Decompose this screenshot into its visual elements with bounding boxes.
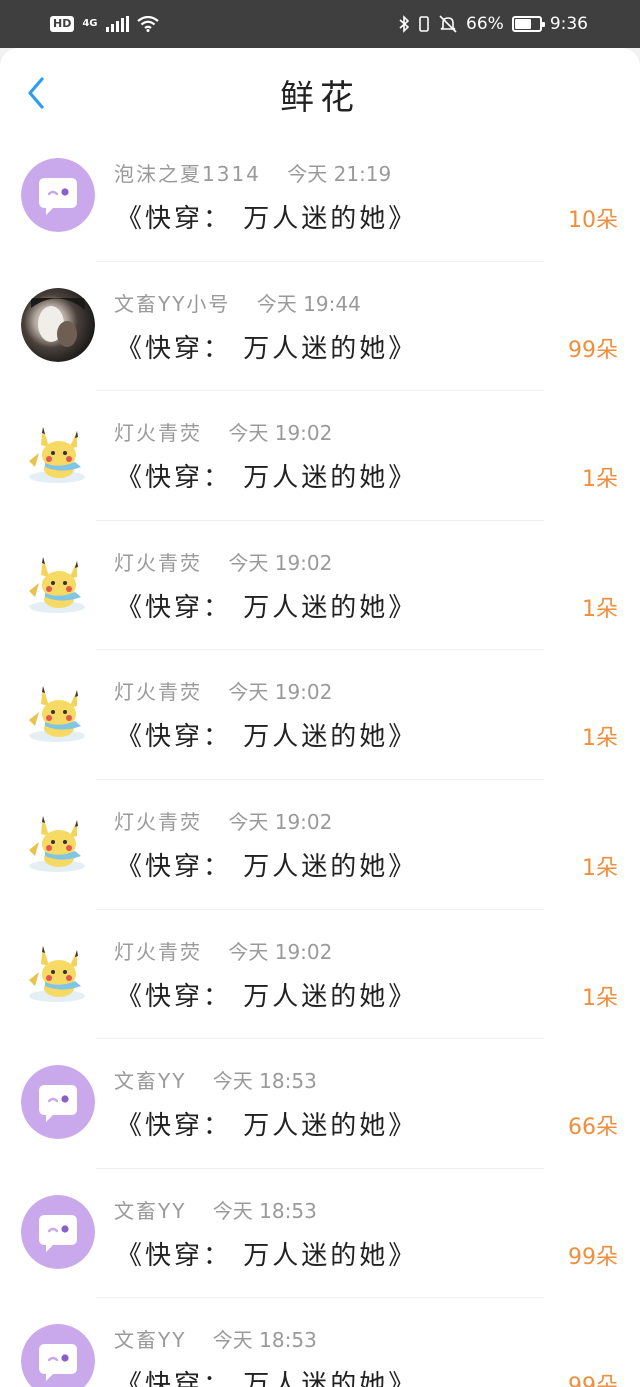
photo-avatar[interactable] <box>21 287 95 362</box>
timestamp: 今天 18:53 <box>212 1198 317 1223</box>
timestamp: 今天 18:53 <box>212 1328 317 1353</box>
chat-bubble-avatar[interactable] <box>21 1324 95 1387</box>
mute-bell-icon <box>439 15 457 33</box>
battery-icon <box>511 16 545 32</box>
work-title: 《快穿： 万人迷的她》 <box>116 722 418 753</box>
list-item[interactable]: 文畜YY 今天 18:53 《快穿： 万人迷的她》 66朵 <box>0 1039 640 1169</box>
user-name[interactable]: 灯火青荧 <box>114 551 202 575</box>
work-title: 《快穿： 万人迷的她》 <box>116 204 418 234</box>
flower-count: 1朵 <box>582 467 618 493</box>
timestamp: 今天 19:02 <box>228 939 333 964</box>
page-title: 鲜花 <box>280 78 360 118</box>
timestamp: 今天 19:02 <box>228 550 333 575</box>
list-item[interactable]: 文畜YY小号 今天 19:44 《快穿： 万人迷的她》 99朵 <box>0 262 640 392</box>
row-meta: 灯火青荧 今天 19:02 <box>114 676 332 705</box>
pikachu-avatar[interactable] <box>21 546 95 621</box>
flower-count: 1朵 <box>582 985 618 1011</box>
list-item[interactable]: 灯火青荧 今天 19:02 《快穿： 万人迷的她》 1朵 <box>0 910 640 1040</box>
work-title: 《快穿： 万人迷的她》 <box>116 1111 418 1142</box>
wifi-icon <box>136 16 159 32</box>
pikachu-avatar[interactable] <box>21 676 95 751</box>
chat-bubble-avatar[interactable] <box>21 1194 95 1269</box>
row-meta: 灯火青荧 今天 19:02 <box>114 806 332 835</box>
user-name[interactable]: 灯火青荧 <box>114 421 202 445</box>
user-name[interactable]: 文畜YY <box>114 1328 186 1352</box>
row-meta: 灯火青荧 今天 19:02 <box>114 936 332 965</box>
pikachu-avatar[interactable] <box>21 805 95 880</box>
status-left: HD 4G <box>50 16 159 32</box>
clock: 9:36 <box>549 14 588 34</box>
flower-count: 1朵 <box>582 726 618 752</box>
user-name[interactable]: 灯火青荧 <box>114 940 202 964</box>
network-type: 4G <box>82 18 98 29</box>
row-meta: 文畜YY 今天 18:53 <box>114 1324 317 1353</box>
row-meta: 灯火青荧 今天 19:02 <box>114 547 332 576</box>
signal-icon <box>105 16 129 32</box>
user-name[interactable]: 文畜YY小号 <box>114 292 230 316</box>
row-meta: 文畜YY小号 今天 19:44 <box>114 288 361 317</box>
row-meta: 文畜YY 今天 18:53 <box>114 1195 317 1224</box>
nav-header: 鲜花 <box>0 48 640 132</box>
status-bar: HD 4G 66% 9:36 <box>0 0 640 48</box>
list-item[interactable]: 文畜YY 今天 18:53 《快穿： 万人迷的她》 99朵 <box>0 1169 640 1299</box>
battery-percent: 66% <box>466 14 504 34</box>
row-meta: 灯火青荧 今天 19:02 <box>114 417 332 446</box>
list-item[interactable]: 灯火青荧 今天 19:02 《快穿： 万人迷的她》 1朵 <box>0 780 640 910</box>
user-name[interactable]: 灯火青荧 <box>114 680 202 704</box>
timestamp: 今天 21:19 <box>287 162 392 186</box>
work-title: 《快穿： 万人迷的她》 <box>116 463 418 494</box>
bluetooth-icon <box>399 15 410 33</box>
work-title: 《快穿： 万人迷的她》 <box>116 1240 418 1271</box>
flower-record-list: 泡沫之夏1314 今天 21:19 《快穿： 万人迷的她》 10朵 文畜YY小号… <box>0 132 640 1387</box>
pikachu-avatar[interactable] <box>21 417 95 492</box>
list-item[interactable]: 灯火青荧 今天 19:02 《快穿： 万人迷的她》 1朵 <box>0 521 640 651</box>
work-title: 《快穿： 万人迷的她》 <box>116 1370 418 1387</box>
flower-count: 1朵 <box>582 855 618 881</box>
timestamp: 今天 19:02 <box>228 809 333 834</box>
list-item[interactable]: 灯火青荧 今天 19:02 《快穿： 万人迷的她》 1朵 <box>0 391 640 521</box>
flower-count: 10朵 <box>568 208 618 233</box>
user-name[interactable]: 灯火青荧 <box>114 810 202 834</box>
work-title: 《快穿： 万人迷的她》 <box>116 851 418 882</box>
pikachu-avatar[interactable] <box>21 935 95 1010</box>
list-item[interactable]: 泡沫之夏1314 今天 21:19 《快穿： 万人迷的她》 10朵 <box>0 132 640 262</box>
timestamp: 今天 19:02 <box>228 680 333 705</box>
row-meta: 文畜YY 今天 18:53 <box>114 1065 317 1094</box>
hd-badge: HD <box>50 16 75 32</box>
chat-bubble-avatar[interactable] <box>21 158 95 232</box>
flower-count: 99朵 <box>568 337 618 363</box>
flower-count: 99朵 <box>568 1374 618 1387</box>
work-title: 《快穿： 万人迷的她》 <box>116 981 418 1012</box>
timestamp: 今天 19:44 <box>256 291 361 316</box>
timestamp: 今天 18:53 <box>212 1069 317 1094</box>
timestamp: 今天 19:02 <box>228 421 333 446</box>
flower-count: 1朵 <box>582 596 618 622</box>
list-item[interactable]: 灯火青荧 今天 19:02 《快穿： 万人迷的她》 1朵 <box>0 650 640 780</box>
user-name[interactable]: 文畜YY <box>114 1199 186 1223</box>
status-right: 66% 9:36 <box>398 14 588 34</box>
user-name[interactable]: 文畜YY <box>114 1069 186 1093</box>
list-item[interactable]: 文畜YY 今天 18:53 《快穿： 万人迷的她》 99朵 <box>0 1298 640 1387</box>
work-title: 《快穿： 万人迷的她》 <box>116 333 418 364</box>
vibrate-icon <box>419 16 429 32</box>
work-title: 《快穿： 万人迷的她》 <box>116 592 418 623</box>
user-name[interactable]: 泡沫之夏1314 <box>114 162 261 186</box>
flower-count: 66朵 <box>568 1115 618 1141</box>
flower-count: 99朵 <box>568 1244 618 1270</box>
chat-bubble-avatar[interactable] <box>21 1065 95 1140</box>
row-meta: 泡沫之夏1314 今天 21:19 <box>114 158 391 187</box>
